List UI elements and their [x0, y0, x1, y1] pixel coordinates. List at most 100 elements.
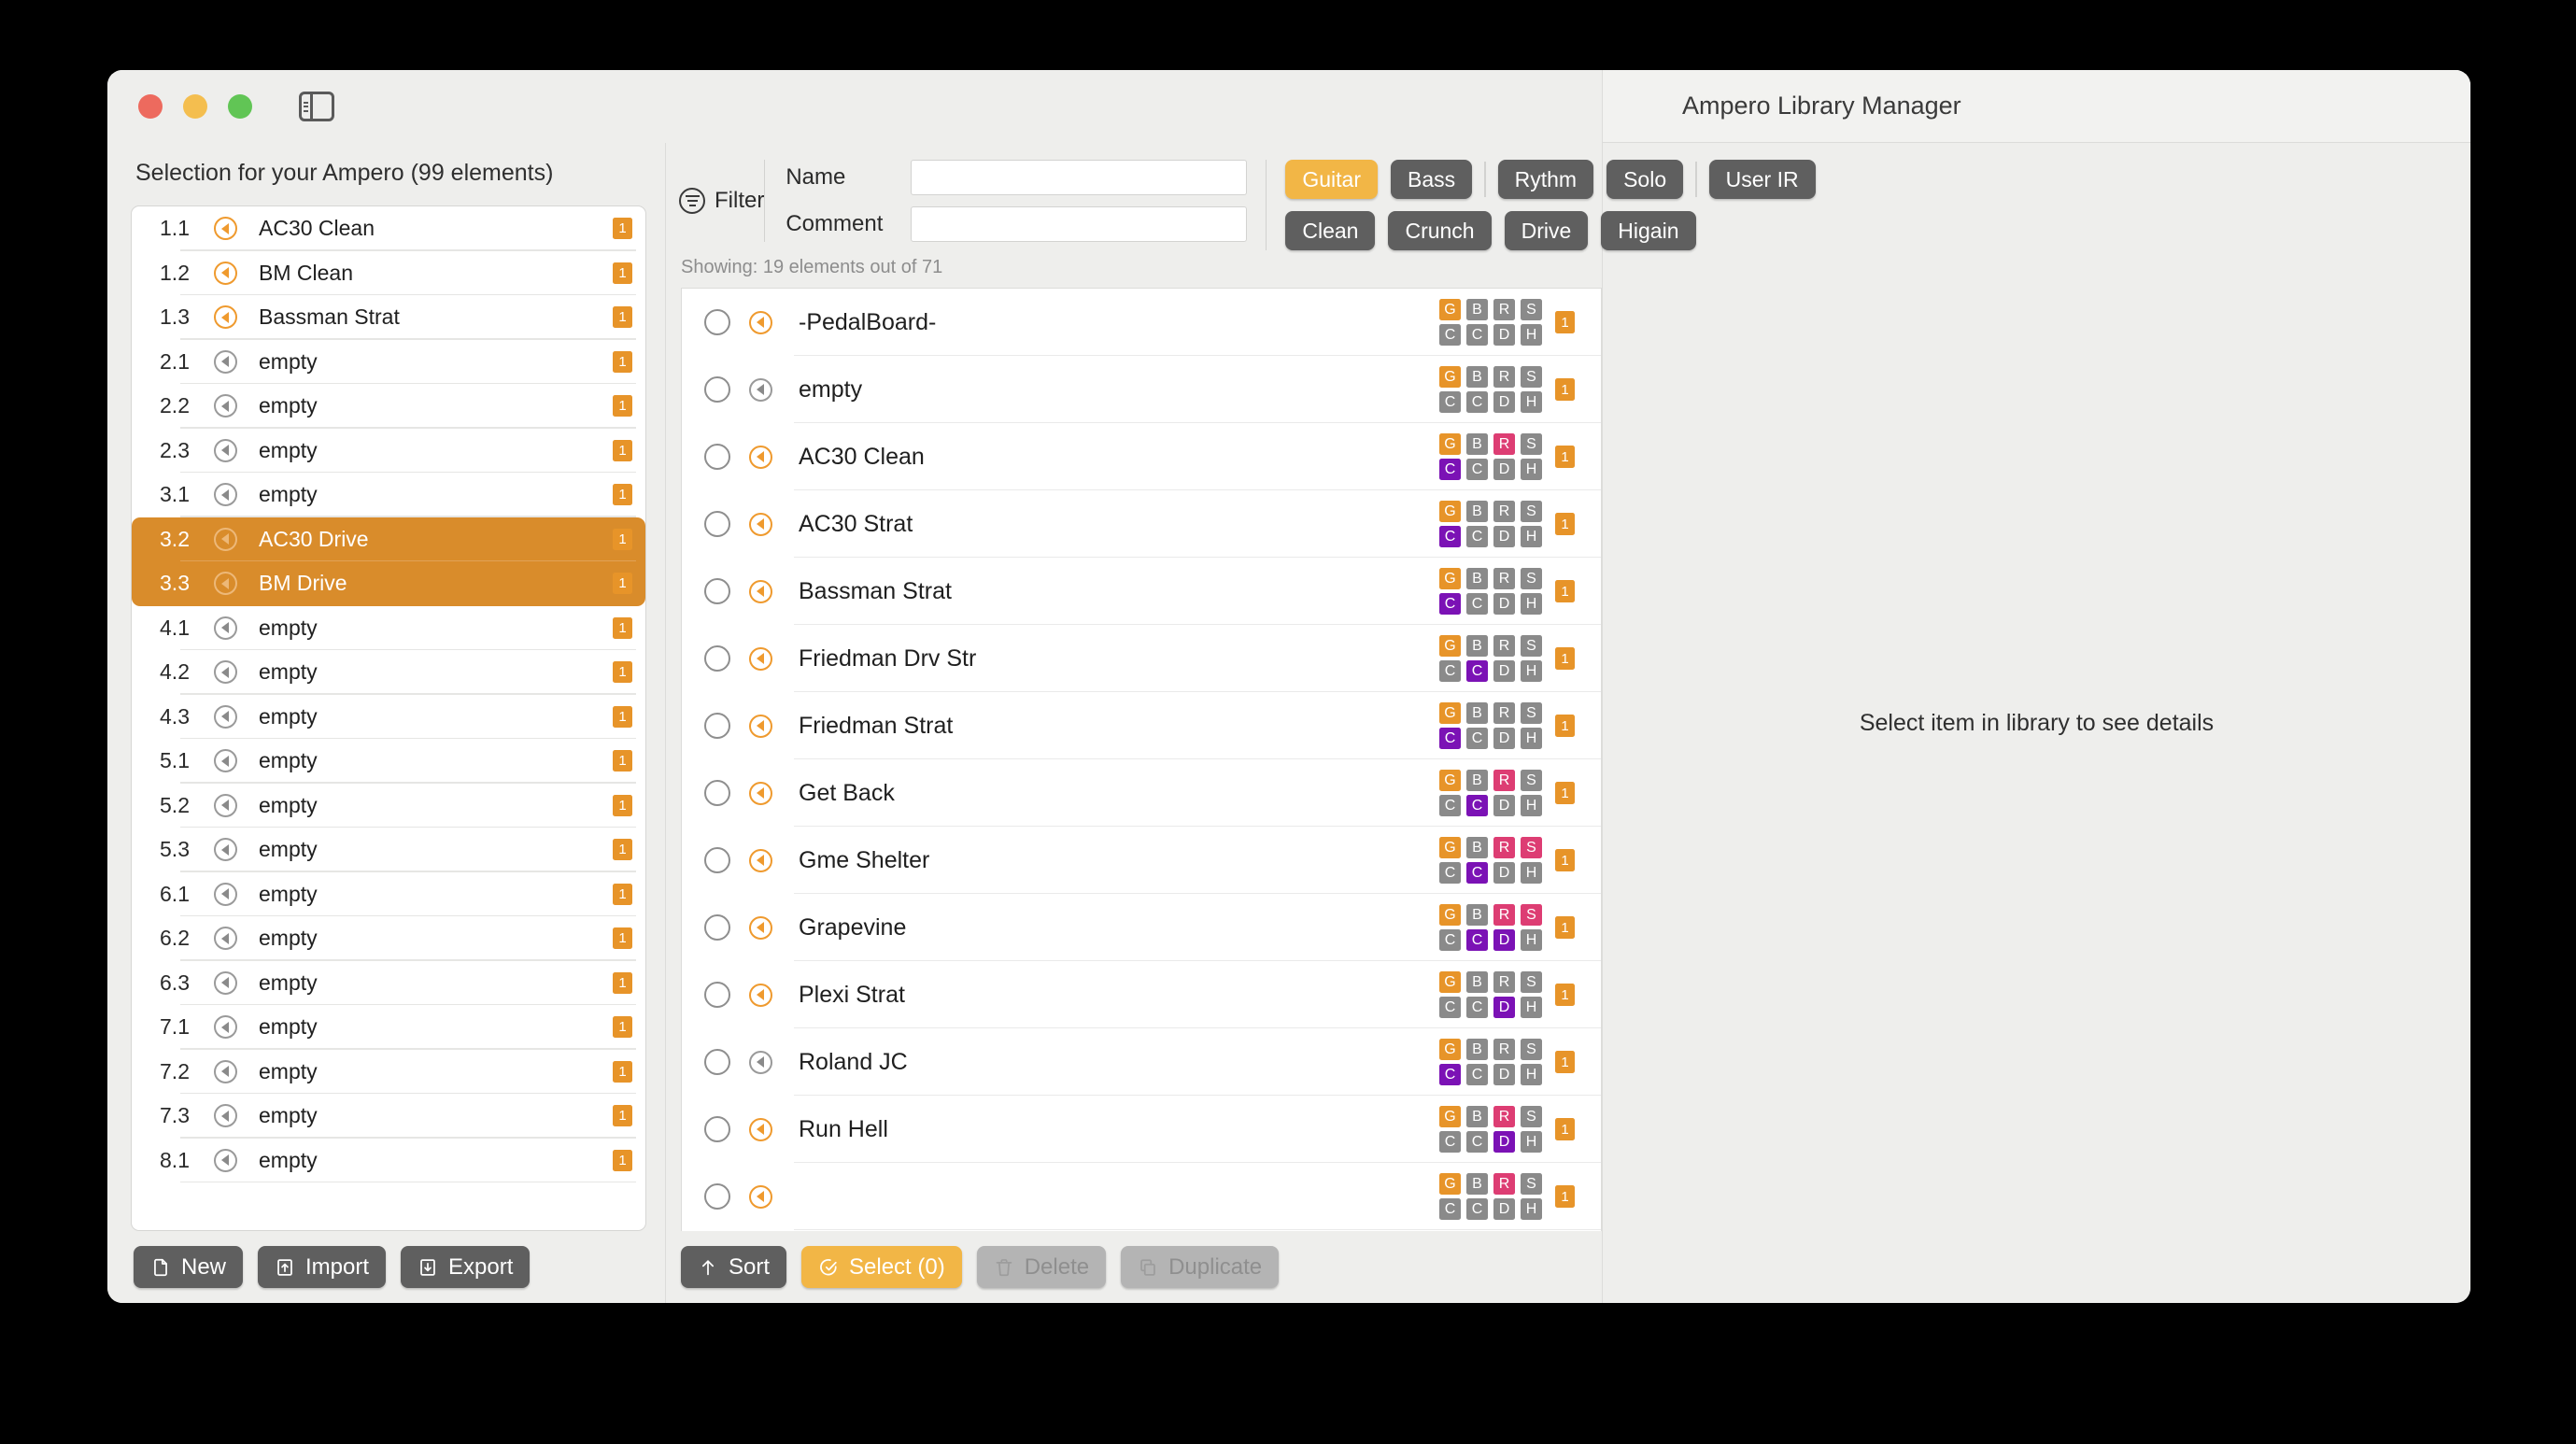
maximize-window-icon[interactable] — [228, 94, 252, 119]
speaker-icon[interactable] — [213, 1104, 237, 1128]
device-row-speaker[interactable] — [205, 527, 246, 551]
device-list-row[interactable]: 7.3 empty 1 — [132, 1094, 645, 1139]
speaker-icon[interactable] — [749, 714, 772, 738]
device-list-row[interactable]: 1.1 AC30 Clean 1 — [132, 206, 645, 251]
speaker-icon[interactable] — [213, 616, 237, 640]
library-list-row[interactable]: Friedman Strat G B R S C C D H 1 — [682, 692, 1601, 759]
device-list[interactable]: 1.1 AC30 Clean 1 1.2 BM Clean 1 1.3 Bassman Str… — [132, 206, 645, 1230]
library-row-speaker[interactable] — [749, 310, 772, 334]
device-row-speaker[interactable] — [205, 882, 246, 906]
category-filter-guitar[interactable]: Guitar — [1285, 160, 1378, 199]
speaker-icon[interactable] — [213, 970, 237, 995]
device-list-row[interactable]: 5.1 empty 1 — [132, 739, 645, 784]
filter-comment-input[interactable] — [911, 206, 1248, 242]
library-list-row[interactable]: Get Back G B R S C C D H 1 — [682, 759, 1601, 827]
device-row-speaker[interactable] — [205, 438, 246, 462]
device-row-speaker[interactable] — [205, 261, 246, 285]
device-list-row[interactable]: 8.1 empty 1 — [132, 1139, 645, 1182]
speaker-icon[interactable] — [213, 704, 237, 729]
device-list-row[interactable]: 7.2 empty 1 — [132, 1050, 645, 1094]
speaker-icon[interactable] — [749, 579, 772, 603]
device-row-speaker[interactable] — [205, 305, 246, 330]
library-row-radio[interactable] — [704, 444, 730, 470]
speaker-icon[interactable] — [213, 217, 237, 241]
speaker-icon[interactable] — [749, 377, 772, 402]
speaker-icon[interactable] — [213, 882, 237, 906]
device-row-speaker[interactable] — [205, 394, 246, 418]
library-list-row[interactable]: Gme Shelter G B R S C C D H 1 — [682, 827, 1601, 894]
library-list-row[interactable]: Roland JC G B R S C C D H 1 — [682, 1028, 1601, 1096]
speaker-icon[interactable] — [213, 838, 237, 862]
device-list-row[interactable]: 3.2 AC30 Drive 1 — [132, 517, 645, 561]
library-list-row[interactable]: empty G B R S C C D H 1 — [682, 356, 1601, 423]
device-list-row[interactable]: 1.2 BM Clean 1 — [132, 251, 645, 295]
sidebar-toggle-icon[interactable] — [299, 92, 334, 121]
speaker-icon[interactable] — [749, 781, 772, 805]
select-0-button[interactable]: Select (0) — [801, 1246, 962, 1288]
library-row-radio[interactable] — [704, 578, 730, 604]
device-list-row[interactable]: 5.2 empty 1 — [132, 784, 645, 828]
device-row-speaker[interactable] — [205, 749, 246, 773]
speaker-icon[interactable] — [749, 646, 772, 671]
speaker-icon[interactable] — [213, 483, 237, 507]
library-row-speaker[interactable] — [749, 579, 772, 603]
speaker-icon[interactable] — [213, 1015, 237, 1040]
speaker-icon[interactable] — [213, 305, 237, 330]
library-list-row[interactable]: GBRSCCDH1 — [682, 1163, 1601, 1230]
speaker-icon[interactable] — [213, 527, 237, 551]
library-row-radio[interactable] — [704, 645, 730, 672]
library-row-speaker[interactable] — [749, 781, 772, 805]
library-row-speaker[interactable] — [749, 377, 772, 402]
speaker-icon[interactable] — [213, 1148, 237, 1172]
device-list-row[interactable]: 4.3 empty 1 — [132, 695, 645, 739]
speaker-icon[interactable] — [749, 848, 772, 872]
device-list-row[interactable]: 2.2 empty 1 — [132, 384, 645, 429]
device-row-speaker[interactable] — [205, 572, 246, 596]
device-list-row[interactable]: 5.3 empty 1 — [132, 828, 645, 872]
speaker-icon[interactable] — [213, 261, 237, 285]
filter-icon[interactable] — [679, 188, 705, 214]
library-list-row[interactable]: AC30 Strat G B R S C C D H 1 — [682, 490, 1601, 558]
library-list-row[interactable]: Bassman Strat G B R S C C D H 1 — [682, 558, 1601, 625]
speaker-icon[interactable] — [749, 983, 772, 1007]
device-list-row[interactable]: 2.3 empty 1 — [132, 429, 645, 473]
library-row-speaker[interactable] — [749, 646, 772, 671]
speaker-icon[interactable] — [749, 1184, 772, 1209]
library-list-row[interactable]: -PedalBoard- G B R S C C D H 1 — [682, 289, 1601, 356]
speaker-icon[interactable] — [213, 749, 237, 773]
device-list-row[interactable]: 3.1 empty 1 — [132, 473, 645, 517]
device-row-speaker[interactable] — [205, 1015, 246, 1040]
speaker-icon[interactable] — [749, 1050, 772, 1074]
speaker-icon[interactable] — [213, 1059, 237, 1083]
speaker-icon[interactable] — [749, 512, 772, 536]
device-list-row[interactable]: 2.1 empty 1 — [132, 340, 645, 384]
device-list-row[interactable]: 4.1 empty 1 — [132, 606, 645, 650]
category-filter-clean[interactable]: Clean — [1285, 211, 1376, 250]
library-row-speaker[interactable] — [749, 1184, 772, 1209]
library-row-radio[interactable] — [704, 982, 730, 1008]
category-filter-crunch[interactable]: Crunch — [1388, 211, 1492, 250]
device-list-row[interactable]: 6.1 empty 1 — [132, 872, 645, 916]
import-button[interactable]: Import — [258, 1246, 387, 1288]
device-row-speaker[interactable] — [205, 970, 246, 995]
device-list-row[interactable]: 6.2 empty 1 — [132, 916, 645, 961]
library-list[interactable]: -PedalBoard- G B R S C C D H 1 empty G B R S C C D H 1 AC30 … — [682, 289, 1601, 1230]
library-row-radio[interactable] — [704, 847, 730, 873]
device-list-row[interactable]: 1.3 Bassman Strat 1 — [132, 295, 645, 340]
close-window-icon[interactable] — [138, 94, 163, 119]
library-row-speaker[interactable] — [749, 714, 772, 738]
library-row-speaker[interactable] — [749, 983, 772, 1007]
device-row-speaker[interactable] — [205, 349, 246, 374]
category-filter-bass[interactable]: Bass — [1390, 160, 1473, 199]
device-row-speaker[interactable] — [205, 704, 246, 729]
library-row-speaker[interactable] — [749, 1050, 772, 1074]
category-filter-rythm[interactable]: Rythm — [1497, 160, 1594, 199]
library-list-row[interactable]: AC30 Clean G B R S C C D H 1 — [682, 423, 1601, 490]
library-row-speaker[interactable] — [749, 915, 772, 940]
speaker-icon[interactable] — [213, 394, 237, 418]
library-row-radio[interactable] — [704, 780, 730, 806]
minimize-window-icon[interactable] — [183, 94, 207, 119]
device-list-row[interactable]: 4.2 empty 1 — [132, 650, 645, 695]
speaker-icon[interactable] — [749, 1117, 772, 1141]
device-row-speaker[interactable] — [205, 660, 246, 685]
